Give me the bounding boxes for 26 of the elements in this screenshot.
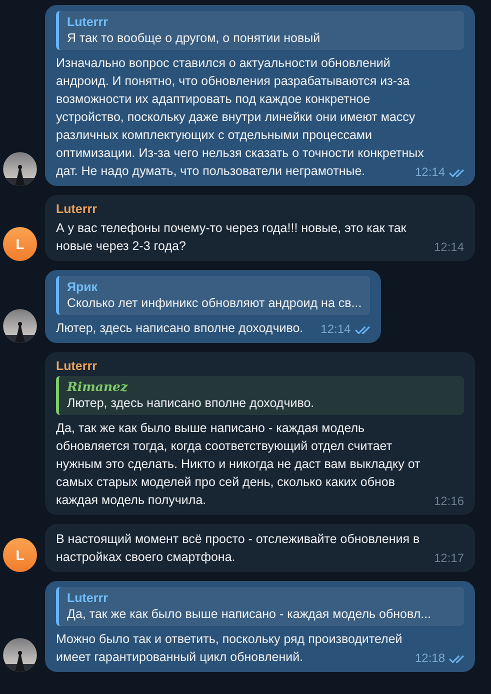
message-time: 12:16 bbox=[434, 494, 464, 509]
message-time: 12:18 bbox=[414, 651, 445, 666]
reply-text: Сколько лет инфиникс обновляют андроид на св... bbox=[67, 295, 362, 311]
reply-text: Я так то вообще о другом, о понятии новый bbox=[67, 30, 322, 46]
message-time: 12:14 bbox=[434, 240, 464, 255]
message-text: Лютер, здесь написано вполне доходчиво. 12:14 bbox=[56, 319, 370, 337]
message-time: 12:14 bbox=[414, 165, 445, 180]
reply-quote[interactable]: Luterrr Да, так же как было выше написано - каждая модель обновл... bbox=[56, 587, 464, 626]
reply-author: Ярик bbox=[67, 279, 99, 295]
message-text: Можно было так и ответить, поскольку ряд производителей имеет гарантированный цикл обновлений. 12:18 bbox=[56, 630, 464, 666]
message-time: 12:17 bbox=[434, 551, 464, 566]
reply-text: Да, так же как было выше написано - каждая модель обновл... bbox=[67, 606, 432, 622]
message-text: А у вас телефоны почему-то через года!!! новые, это как так новые через 2-3 года? 12:14 bbox=[56, 220, 464, 255]
message-time: 12:14 bbox=[320, 322, 351, 337]
reply-text: Лютер, здесь написано вполне доходчиво. bbox=[67, 395, 316, 411]
reply-author: Rimanez bbox=[67, 379, 129, 395]
message-text: Да, так же как было выше написано - каждая модель обновляется тогда, когда соответствующий отдел считает нужным это сделать. Никто и никогда не даст вам выкладку от самых старых моделей про сей день, сколько каких обнов каждая модель получила. 12:16 bbox=[56, 420, 464, 509]
message-text: В настоящий момент всё просто - отслеживайте обновления в настройках своего смартфона. 12:17 bbox=[56, 531, 464, 566]
reply-author: Luterrr bbox=[67, 14, 109, 30]
reply-quote[interactable]: Ярик Сколько лет инфиникс обновляют андроид на св... bbox=[56, 276, 370, 315]
message-text: Изначально вопрос ставился о актуальности обновлений андроид. И понятно, что обновления разрабатываются из-за возможности их адаптировать под каждое конкретное устройство, поскольку даже внутри линейки они имеют массу различных комплектующих с отдельными процессами оптимизации. Из-за чего нельзя сказать о точности конкретных дат. Не надо думать, что пользователи неграмотные. 12:14 bbox=[56, 54, 464, 180]
reply-quote[interactable]: Rimanez Лютер, здесь написано вполне доходчиво. bbox=[56, 376, 464, 415]
sender-name: Luterrr bbox=[56, 202, 98, 216]
sender-name: Luterrr bbox=[56, 359, 98, 373]
reply-quote[interactable]: Luterrr Я так то вообще о другом, о понятии новый bbox=[56, 11, 464, 50]
reply-author: Luterrr bbox=[67, 590, 109, 606]
